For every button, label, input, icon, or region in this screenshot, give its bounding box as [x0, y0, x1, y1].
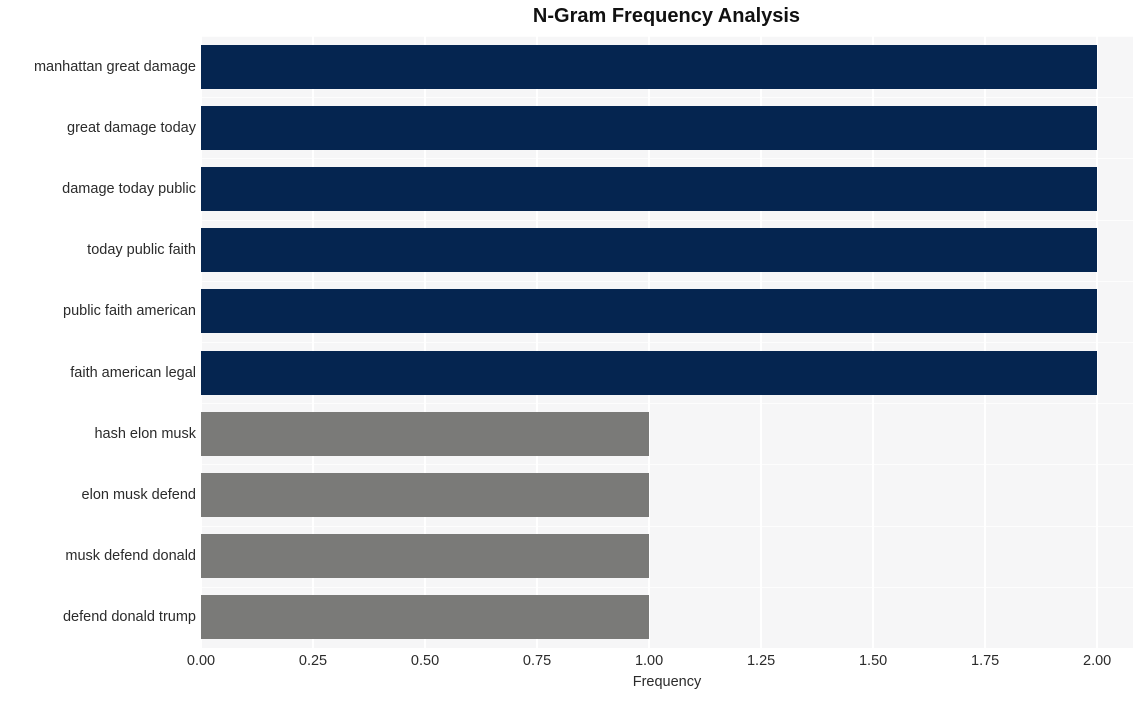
- y-tick-label: faith american legal: [70, 364, 196, 381]
- gridline-horizontal: [201, 526, 1133, 527]
- y-tick-label: hash elon musk: [94, 425, 196, 442]
- gridline-horizontal: [201, 97, 1133, 98]
- y-tick-label: musk defend donald: [65, 548, 196, 565]
- bar[interactable]: [201, 473, 650, 517]
- y-tick-label: great damage today: [67, 119, 196, 136]
- gridline-horizontal: [201, 464, 1133, 465]
- y-tick-label: today public faith: [87, 242, 196, 259]
- bar[interactable]: [201, 350, 1098, 395]
- gridline-horizontal: [201, 281, 1133, 282]
- x-tick-label: 1.00: [634, 653, 664, 669]
- y-tick-label: elon musk defend: [81, 487, 196, 503]
- bar[interactable]: [201, 228, 1098, 273]
- y-tick-label: defend donald trump: [62, 609, 196, 626]
- bar[interactable]: [201, 105, 1098, 150]
- chart-figure: N-Gram Frequency Analysis manhattan grea…: [0, 0, 1141, 701]
- y-tick-label: manhattan great damage: [33, 58, 196, 75]
- x-tick-label: 1.25: [746, 653, 776, 669]
- gridline-horizontal: [201, 587, 1133, 588]
- y-tick-label: public faith american: [63, 303, 196, 320]
- y-axis-tick-labels: manhattan great damage great damage today…: [0, 36, 196, 648]
- bar[interactable]: [201, 289, 1098, 334]
- gridline-horizontal: [201, 36, 1133, 37]
- bar[interactable]: [201, 534, 650, 579]
- bar[interactable]: [201, 411, 650, 456]
- gridline-horizontal: [201, 220, 1133, 221]
- bar[interactable]: [201, 44, 1098, 89]
- plot-area: [201, 36, 1133, 648]
- x-tick-label: 0.25: [298, 653, 328, 669]
- x-axis-title: Frequency: [632, 674, 702, 690]
- x-tick-label: 1.50: [858, 653, 888, 669]
- x-tick-label: 1.75: [971, 653, 1000, 669]
- chart-title: N-Gram Frequency Analysis: [532, 5, 801, 27]
- gridline-horizontal: [201, 158, 1133, 159]
- bar[interactable]: [201, 167, 1098, 211]
- x-tick-label: 0.00: [186, 653, 216, 669]
- bar[interactable]: [201, 595, 650, 640]
- x-tick-label: 0.50: [410, 653, 440, 669]
- x-tick-label: 2.00: [1083, 653, 1112, 669]
- gridline-horizontal: [201, 403, 1133, 404]
- x-tick-label: 0.75: [522, 653, 552, 669]
- gridline-horizontal: [201, 342, 1133, 343]
- y-tick-label: damage today public: [62, 181, 196, 197]
